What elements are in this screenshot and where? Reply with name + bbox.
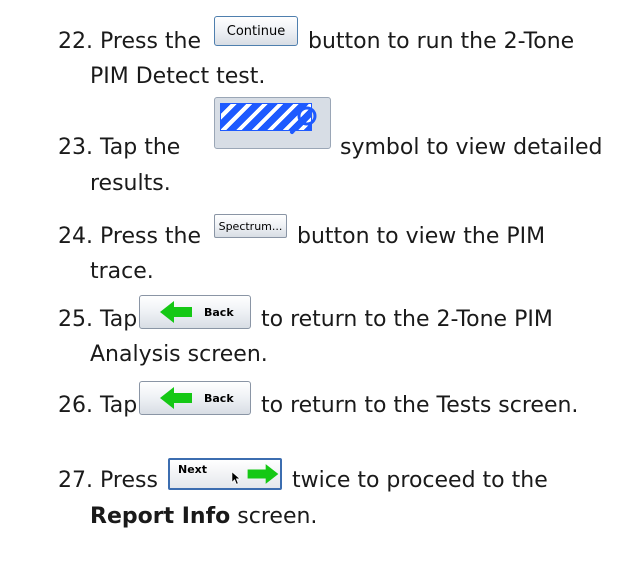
mouse-pointer-icon <box>231 470 242 485</box>
arrow-left-icon <box>160 301 192 323</box>
step-text: twice to proceed to the <box>292 468 548 493</box>
back-button[interactable]: Back <box>139 295 251 329</box>
step-text: results. <box>90 171 171 196</box>
step-text: 27. Press <box>58 468 158 493</box>
step-text: 25. Tap <box>58 307 138 332</box>
continue-button[interactable]: Continue <box>214 16 298 46</box>
step-text: trace. <box>90 259 154 284</box>
step-text: to return to the Tests screen. <box>261 393 579 418</box>
step-text: 22. Press the <box>58 29 201 54</box>
next-button[interactable]: Next <box>168 458 282 490</box>
arrow-left-icon <box>160 387 192 409</box>
step-text: 24. Press the <box>58 224 201 249</box>
step-text: Analysis screen. <box>90 342 268 367</box>
step-text: button to view the PIM <box>297 224 546 249</box>
step-text: to return to the 2-Tone PIM <box>261 307 553 332</box>
spectrum-button[interactable]: Spectrum... <box>214 214 287 238</box>
step-text: symbol to view detailed <box>340 135 603 160</box>
back-button[interactable]: Back <box>139 381 251 415</box>
step-text: 23. Tap the <box>58 135 181 160</box>
step-text: 26. Tap <box>58 393 138 418</box>
detailed-results-symbol[interactable] <box>214 97 331 149</box>
step-text: Report Info screen. <box>90 504 318 529</box>
magnifier-icon <box>290 106 317 134</box>
step-text: PIM Detect test. <box>90 64 266 89</box>
step-text: button to run the 2-Tone <box>308 29 575 54</box>
arrow-right-icon <box>247 464 279 484</box>
